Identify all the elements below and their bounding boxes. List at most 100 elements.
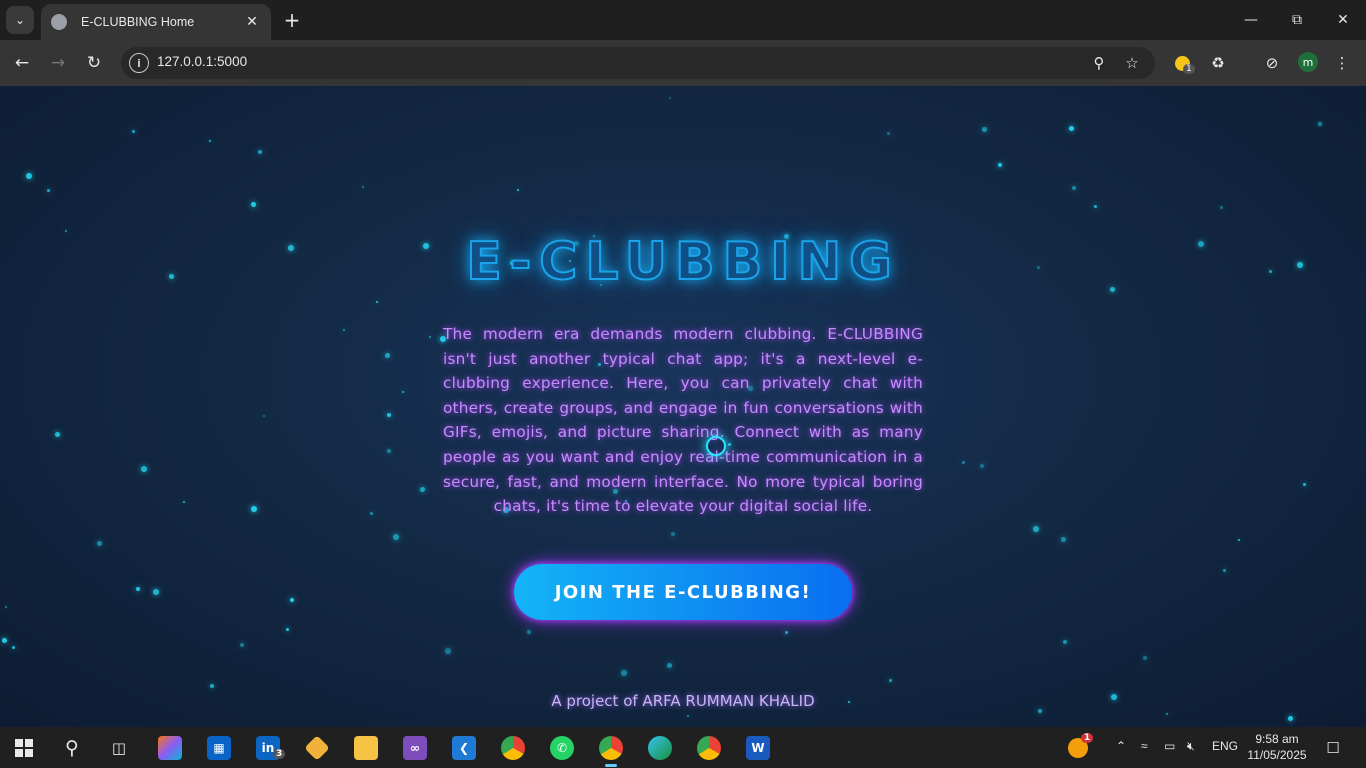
wifi-icon[interactable]: ≈ [1141, 739, 1148, 753]
chrome-icon[interactable] [498, 733, 528, 763]
particle-dot [429, 336, 431, 338]
particle-dot [1223, 569, 1226, 572]
copilot-icon[interactable] [155, 733, 185, 763]
particle-dot [1072, 186, 1076, 190]
clock-time: 9:58 am [1255, 732, 1299, 746]
particle-dot [385, 353, 390, 358]
zoom-icon[interactable]: ⚲ [1088, 52, 1110, 74]
extension-icon[interactable]: 1 [1170, 51, 1195, 75]
particle-dot [387, 449, 391, 453]
particle-dot [1238, 539, 1240, 541]
particle-dot [669, 97, 671, 99]
particle-dot [132, 130, 135, 133]
particle-dot [286, 628, 289, 631]
particle-dot [55, 432, 60, 437]
battery-icon[interactable]: ▭ [1164, 739, 1175, 753]
particle-dot [621, 670, 627, 676]
particle-dot [1061, 537, 1066, 542]
address-bar[interactable]: i 127.0.0.1:5000 ⚲ ☆ [121, 47, 1155, 79]
notifications-icon[interactable]: ☐ [1318, 733, 1348, 763]
task-view-icon[interactable]: ◫ [104, 733, 134, 763]
visual-studio-icon[interactable]: ∞ [400, 733, 430, 763]
weather-icon[interactable]: 1 [1063, 733, 1094, 763]
particle-dot [290, 598, 294, 602]
particle-dot [183, 501, 185, 503]
particle-dot [402, 391, 404, 393]
forward-button[interactable]: → [44, 49, 72, 77]
url-text: 127.0.0.1:5000 [157, 54, 248, 69]
particle-dot [962, 461, 965, 464]
chevron-down-icon: ⌄ [14, 13, 26, 27]
search-icon[interactable]: ⚲ [57, 733, 87, 763]
tab-strip: ⌄ E-CLUBBING Home ✕ + — ⧉ ✕ [0, 0, 1366, 40]
particle-dot [1069, 126, 1074, 131]
minimize-button[interactable]: — [1228, 0, 1274, 40]
menu-dots-icon[interactable]: ⋮ [1330, 51, 1354, 75]
particle-dot [420, 487, 425, 492]
particle-dot [5, 606, 7, 608]
particle-dot [1143, 656, 1147, 660]
particle-dot [1303, 483, 1306, 486]
page-description: The modern era demands modern clubbing. … [443, 325, 923, 516]
vscode-icon[interactable]: ❮ [449, 733, 479, 763]
particle-dot [517, 189, 519, 191]
particle-dot [141, 466, 147, 472]
footer-credit: A project of ARFA RUMMAN KHALID [551, 692, 815, 710]
extensions-puzzle-icon[interactable]: ♻ [1206, 51, 1230, 75]
particle-dot [12, 646, 15, 649]
particle-dot [1220, 206, 1223, 209]
chrome-secondary-icon[interactable] [694, 733, 724, 763]
whatsapp-icon[interactable]: ✆ [547, 733, 577, 763]
performance-icon[interactable]: ⊘ [1260, 51, 1284, 75]
file-explorer-icon[interactable] [351, 733, 381, 763]
particle-dot [980, 464, 984, 468]
particle-dot [258, 150, 262, 154]
bookmark-star-icon[interactable]: ☆ [1121, 52, 1143, 74]
particle-dot [240, 643, 244, 647]
linkedin-icon[interactable]: in 3 [253, 733, 286, 763]
restore-button[interactable]: ⧉ [1274, 0, 1320, 40]
particle-dot [445, 648, 451, 654]
particle-dot [527, 630, 531, 634]
clock-date: 11/05/2025 [1247, 748, 1307, 762]
particle-dot [47, 189, 50, 192]
particle-dot [136, 587, 140, 591]
linkedin-badge: 3 [273, 749, 286, 759]
volume-muted-icon[interactable]: 🔇︎ [1187, 739, 1195, 754]
particle-dot [97, 541, 102, 546]
browser-tab[interactable]: E-CLUBBING Home ✕ [41, 4, 271, 40]
system-clock[interactable]: 9:58 am 11/05/2025 [1240, 731, 1314, 763]
particle-dot [998, 163, 1002, 167]
particle-dot [362, 186, 364, 188]
particle-dot [343, 329, 345, 331]
git-app-icon[interactable] [302, 733, 332, 763]
particle-dot [393, 534, 399, 540]
tab-title: E-CLUBBING Home [81, 15, 195, 29]
particle-dot [26, 173, 32, 179]
reload-button[interactable]: ↻ [80, 49, 108, 77]
tab-search-button[interactable]: ⌄ [6, 6, 34, 34]
particle-dot [387, 413, 391, 417]
site-info-icon[interactable]: i [129, 53, 149, 73]
particle-dot [785, 631, 788, 634]
particle-dot [2, 638, 7, 643]
particle-dot [376, 301, 378, 303]
microsoft-store-icon[interactable]: ▦ [204, 733, 234, 763]
new-tab-button[interactable]: + [280, 8, 304, 32]
back-button[interactable]: ← [8, 49, 36, 77]
close-window-button[interactable]: ✕ [1320, 0, 1366, 40]
page-title: E-CLUBBING [465, 231, 900, 293]
edge-icon[interactable] [645, 733, 675, 763]
profile-avatar[interactable]: m [1298, 52, 1318, 72]
join-button[interactable]: JOIN THE E-CLUBBING! [514, 564, 852, 620]
windows-start-icon[interactable] [9, 733, 39, 763]
particle-dot [210, 684, 214, 688]
chevron-up-icon[interactable]: ⌃ [1116, 739, 1126, 753]
particle-dot [671, 532, 675, 536]
word-icon[interactable]: W [743, 733, 773, 763]
chrome-profile-icon[interactable] [596, 733, 626, 767]
language-indicator[interactable]: ENG [1212, 739, 1238, 753]
particle-dot [1094, 205, 1097, 208]
close-icon[interactable]: ✕ [243, 14, 261, 30]
particle-dot [982, 127, 987, 132]
